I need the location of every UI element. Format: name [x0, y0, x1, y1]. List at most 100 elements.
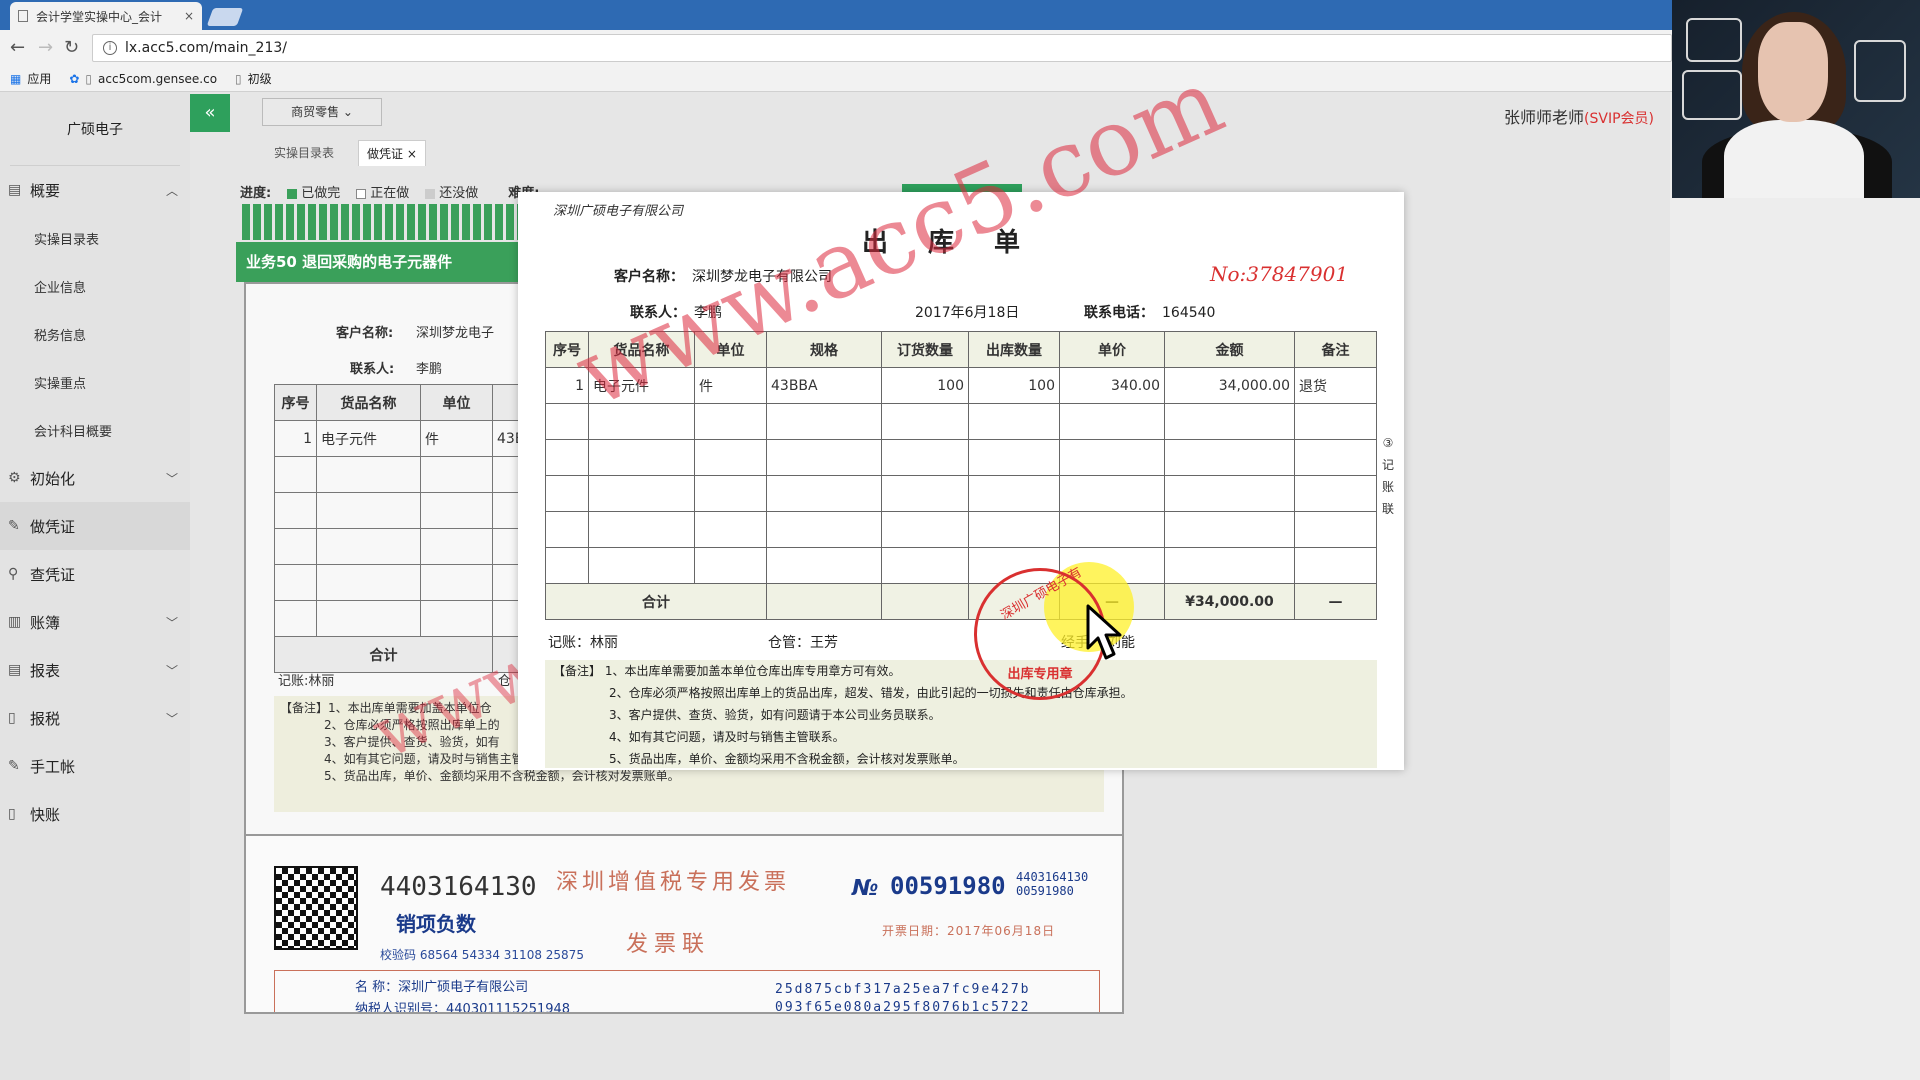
table-row	[274, 600, 529, 637]
invoice-date: 开票日期：2017年06月18日	[882, 924, 1056, 938]
invoice-check-code: 校验码 68564 54334 31108 25875	[380, 948, 584, 962]
page-icon	[18, 10, 28, 22]
chevron-down-icon: ﹀	[165, 663, 178, 678]
paw-icon: ✿	[69, 71, 80, 86]
forward-icon[interactable]: →	[38, 37, 53, 58]
teacher-name: 张师师老师(SVIP会员)	[1504, 108, 1654, 127]
search-icon: ⚲	[8, 566, 19, 582]
pen-icon: ✎	[8, 758, 20, 774]
industry-dropdown[interactable]: 商贸零售 ⌄	[262, 98, 382, 126]
document-title: 出库单	[861, 228, 1060, 258]
sidebar-subitem-accounts[interactable]: 会计科目概要	[0, 406, 190, 454]
table-row	[274, 528, 529, 565]
sidebar-item-ledger[interactable]: ▥ 账簿 ﹀	[0, 598, 190, 646]
address-bar[interactable]: i lx.acc5.com/main_213/	[92, 34, 1672, 62]
apps-grid-icon: ▦	[10, 71, 22, 86]
invoice-type: 销项负数	[396, 912, 476, 936]
close-tab-icon[interactable]: ×	[184, 9, 194, 23]
sidebar-item-tax[interactable]: ▯ 报税 ﹀	[0, 694, 190, 742]
table-row: 1 电子元件 件 43BBA 100 100 340.00 34,000.00 …	[545, 367, 1377, 404]
page-icon: ▯	[235, 71, 242, 86]
table-total-row: 合计	[274, 636, 529, 673]
vat-invoice: 4403164130 销项负数 校验码 68564 54334 31108 25…	[244, 834, 1124, 1014]
sidebar-subitem-key-points[interactable]: 实操重点	[0, 358, 190, 406]
info-icon[interactable]: i	[103, 41, 117, 55]
invoice-number: 00591980	[890, 872, 1006, 900]
issuer-company: 深圳广硕电子有限公司	[553, 204, 684, 219]
chevron-down-icon: ﹀	[165, 711, 178, 726]
bookmark-beginner[interactable]: ▯ 初级	[235, 70, 272, 87]
table-row	[274, 492, 529, 529]
todo-legend-icon	[425, 188, 436, 199]
chevron-down-icon: ﹀	[165, 615, 178, 630]
tab-make-voucher[interactable]: 做凭证 ×	[358, 140, 426, 166]
browser-toolbar: ← → ↻ i lx.acc5.com/main_213/	[0, 30, 1920, 66]
customer-field: 客户名称： 深圳梦龙电子有限公司	[614, 269, 832, 285]
goods-table: 序号 货品名称 单位 规格 订货数量 出库数量 单价 金额 备注 1 电子元件 …	[545, 331, 1377, 620]
sidebar-item-overview[interactable]: ▤ 概要 ︿	[0, 166, 190, 214]
sidebar-item-quick[interactable]: ▯ 快账	[0, 790, 190, 838]
sidebar-item-make-voucher[interactable]: ✎ 做凭证	[0, 502, 190, 550]
book-icon: ▥	[8, 614, 22, 630]
company-name: 广硕电子	[10, 92, 180, 166]
collapse-sidebar-button[interactable]: «	[190, 94, 230, 132]
close-tab-icon[interactable]: ×	[407, 147, 417, 161]
sidebar: 广硕电子 ▤ 概要 ︿ 实操目录表 企业信息 税务信息 实操重点 会计科目概要 …	[0, 92, 190, 1080]
table-row	[545, 511, 1377, 548]
pen-icon: ✎	[8, 518, 20, 534]
invoice-small-code: 4403164130 00591980	[1016, 870, 1089, 898]
table-row: 1 电子元件 件 43E	[274, 420, 529, 457]
contact-field: 联系人： 李鹏	[630, 305, 722, 321]
invoice-buyer-box: 名 称：深圳广硕电子有限公司 纳税人识别号：440301115251948 25…	[274, 970, 1100, 1012]
progress-legend: 进度: 已做完 正在做 还没做 难度:	[240, 186, 539, 201]
background-goods-table: 序号 货品名称 单位 1 电子元件 件 43E 合计	[274, 384, 529, 673]
sidebar-item-init[interactable]: ⚙ 初始化 ﹀	[0, 454, 190, 502]
sidebar-subitem-tax-info[interactable]: 税务信息	[0, 310, 190, 358]
table-header-row: 序号 货品名称 单位 规格 订货数量 出库数量 单价 金额 备注	[545, 331, 1377, 368]
table-row	[545, 475, 1377, 512]
doc-icon: ▯	[8, 710, 16, 726]
delivery-note-popup: 深圳广硕电子有限公司 出库单 客户名称： 深圳梦龙电子有限公司 No:378479…	[518, 192, 1404, 770]
new-tab-button[interactable]	[206, 8, 244, 26]
sidebar-item-manual[interactable]: ✎ 手工帐	[0, 742, 190, 790]
sidebar-subitem-catalog[interactable]: 实操目录表	[0, 214, 190, 262]
invoice-no-label: №	[852, 876, 879, 901]
settings-icon: ⚙	[8, 470, 21, 486]
report-icon: ▤	[8, 662, 22, 678]
reload-icon[interactable]: ↻	[64, 37, 79, 58]
table-row	[274, 564, 529, 601]
invoice-subtitle: 发票联	[626, 932, 711, 957]
table-row	[274, 456, 529, 493]
bookmark-gensee[interactable]: ✿ ▯ acc5com.gensee.co	[69, 72, 217, 86]
chevron-up-icon: ︿	[165, 183, 178, 198]
invoice-code: 4403164130	[380, 872, 537, 902]
webcam-overlay	[1672, 0, 1920, 198]
url-text: lx.acc5.com/main_213/	[125, 40, 287, 56]
phone-field: 联系电话： 164540	[1084, 305, 1216, 321]
doc-icon: ▯	[8, 806, 16, 822]
table-total-row: 合计 — ¥34,000.00 —	[545, 583, 1377, 620]
bookmarks-bar: ▦ 应用 ✿ ▯ acc5com.gensee.co ▯ 初级	[0, 66, 1920, 92]
done-legend-icon	[287, 188, 298, 199]
overview-icon: ▤	[8, 182, 22, 198]
bookmark-apps[interactable]: ▦ 应用	[10, 70, 51, 87]
sidebar-item-reports[interactable]: ▤ 报表 ﹀	[0, 646, 190, 694]
table-header-row: 序号 货品名称 单位	[274, 384, 529, 421]
browser-tabstrip: 会计学堂实操中心_会计 ×	[0, 0, 1920, 30]
table-row	[545, 547, 1377, 584]
table-row	[545, 439, 1377, 476]
warehouse-sign: 仓管：王芳	[768, 635, 838, 651]
invoice-title: 深圳增值税专用发票	[556, 870, 791, 895]
back-icon[interactable]: ←	[10, 37, 25, 58]
document-date: 2017年6月18日	[915, 305, 1020, 321]
copy-label: ③记账联	[1381, 436, 1394, 516]
sidebar-item-search-voucher[interactable]: ⚲ 查凭证	[0, 550, 190, 598]
page-icon: ▯	[85, 71, 93, 86]
tab-catalog[interactable]: 实操目录表	[266, 140, 342, 166]
browser-tab[interactable]: 会计学堂实操中心_会计 ×	[10, 2, 202, 30]
doing-legend-icon	[356, 188, 367, 199]
document-number: No:37847901	[1210, 262, 1349, 286]
tab-title: 会计学堂实操中心_会计	[36, 9, 163, 24]
qr-code	[274, 866, 358, 950]
sidebar-subitem-company-info[interactable]: 企业信息	[0, 262, 190, 310]
